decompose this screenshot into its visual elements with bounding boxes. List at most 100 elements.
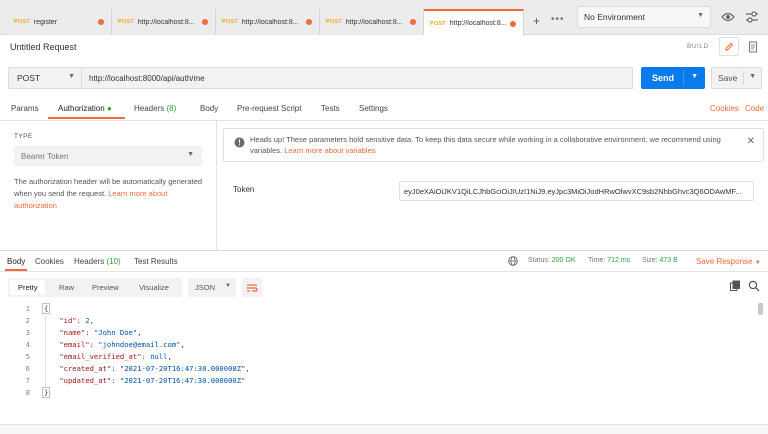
response-format-select[interactable]: JSON ▼ bbox=[188, 278, 236, 297]
search-icon[interactable] bbox=[748, 280, 760, 292]
code-link[interactable]: Code bbox=[745, 104, 764, 113]
http-method-select[interactable]: POST ▼ bbox=[8, 67, 82, 89]
request-tab-register[interactable]: POST register bbox=[8, 9, 112, 35]
json-comma: , bbox=[89, 316, 94, 325]
tab-headers-count: (8) bbox=[166, 104, 177, 113]
divider bbox=[216, 121, 217, 250]
response-tab-test-results[interactable]: Test Results bbox=[134, 257, 178, 266]
auth-type-value: Bearer Token bbox=[21, 151, 69, 161]
send-label: Send bbox=[652, 73, 675, 83]
code-line: 2 "id": 2, bbox=[0, 316, 760, 328]
code-line: 4 "email": "johndoe@email.com", bbox=[0, 340, 760, 352]
save-button[interactable]: Save ▼ bbox=[711, 67, 762, 89]
view-raw-button[interactable]: Raw bbox=[59, 283, 74, 292]
tab-params[interactable]: Params bbox=[11, 104, 39, 113]
save-label: Save bbox=[718, 73, 738, 83]
copy-icon[interactable] bbox=[729, 280, 741, 292]
tab-options-button[interactable]: ••• bbox=[551, 14, 565, 25]
code-line: 7 "updated_at": "2021-07-20T16:47:30.000… bbox=[0, 376, 760, 388]
active-tab-underline bbox=[48, 117, 125, 119]
vertical-scrollbar[interactable] bbox=[758, 303, 763, 315]
json-value: "2021-07-20T16:47:30.000000Z" bbox=[119, 376, 246, 385]
request-tab[interactable]: POST http://localhost:8... bbox=[216, 9, 320, 35]
send-button[interactable]: Send ▼ bbox=[641, 67, 705, 89]
save-divider bbox=[743, 71, 744, 85]
documentation-button[interactable] bbox=[743, 37, 763, 56]
save-response-button[interactable]: Save Response ▼ bbox=[696, 257, 761, 266]
json-comma: , bbox=[167, 352, 172, 361]
wrap-lines-button[interactable] bbox=[242, 278, 262, 297]
close-icon[interactable]: ✕ bbox=[747, 136, 755, 147]
tab-method: POST bbox=[14, 19, 30, 25]
request-tab[interactable]: POST http://localhost:8... bbox=[112, 9, 216, 35]
code-line: 1 { bbox=[0, 303, 760, 316]
new-tab-button[interactable]: + bbox=[533, 14, 540, 28]
cookies-link[interactable]: Cookies bbox=[710, 104, 739, 113]
manage-environments-button[interactable] bbox=[742, 7, 762, 27]
request-tab[interactable]: POST http://localhost:8... bbox=[320, 9, 424, 35]
tab-body[interactable]: Body bbox=[200, 104, 218, 113]
tab-headers[interactable]: Headers (8) bbox=[134, 104, 176, 113]
status-bar bbox=[0, 424, 768, 434]
view-visualize-button[interactable]: Visualize bbox=[139, 283, 169, 292]
tab-label: http://localhost:8... bbox=[137, 18, 195, 26]
edit-request-button[interactable] bbox=[719, 37, 739, 56]
environment-value: No Environment bbox=[584, 12, 645, 22]
json-key: "name" bbox=[59, 328, 86, 337]
chevron-down-icon[interactable]: ▼ bbox=[691, 73, 698, 80]
json-value: "johndoe@email.com" bbox=[98, 340, 181, 349]
tab-method: POST bbox=[118, 19, 134, 25]
unsaved-dot-icon bbox=[98, 19, 104, 25]
line-number: 4 bbox=[25, 340, 30, 349]
response-status[interactable]: Status: 200 OK bbox=[528, 257, 576, 264]
document-icon bbox=[749, 41, 757, 52]
chevron-down-icon: ▼ bbox=[225, 283, 231, 289]
tab-authorization[interactable]: Authorization ● bbox=[58, 104, 112, 113]
tab-tests[interactable]: Tests bbox=[321, 104, 340, 113]
tab-method: POST bbox=[222, 19, 238, 25]
response-pane-divider[interactable] bbox=[0, 250, 768, 251]
request-title[interactable]: Untitled Request bbox=[10, 42, 77, 52]
token-label: Token bbox=[233, 185, 255, 194]
environment-select[interactable]: No Environment ▼ bbox=[577, 6, 711, 28]
chevron-down-icon[interactable]: ▼ bbox=[749, 73, 756, 80]
response-body-viewer[interactable]: 1 { 2 "id": 2, 3 "name": "John Doe", 4 "… bbox=[0, 303, 768, 424]
response-tab-cookies[interactable]: Cookies bbox=[35, 257, 64, 266]
environment-quick-look-button[interactable] bbox=[718, 7, 738, 27]
line-number: 1 bbox=[25, 304, 30, 313]
unsaved-dot-icon bbox=[510, 21, 516, 27]
auth-type-select[interactable]: Bearer Token ▼ bbox=[14, 146, 202, 166]
tab-settings[interactable]: Settings bbox=[359, 104, 388, 113]
response-tab-headers[interactable]: Headers (10) bbox=[74, 257, 121, 266]
json-value: "2021-07-20T16:47:30.000000Z" bbox=[119, 364, 246, 373]
globe-icon[interactable] bbox=[508, 256, 518, 266]
divider bbox=[0, 271, 768, 272]
unsaved-dot-icon bbox=[202, 19, 208, 25]
response-time[interactable]: Time: 712 ms bbox=[588, 257, 630, 264]
json-key: "id" bbox=[59, 316, 77, 325]
line-number: 7 bbox=[25, 376, 30, 385]
divider bbox=[0, 120, 768, 121]
chevron-down-icon: ▼ bbox=[68, 73, 75, 80]
sensitive-data-warning: Heads up! These parameters hold sensitiv… bbox=[223, 128, 764, 162]
request-tab-bar: POST register POST http://localhost:8...… bbox=[0, 0, 768, 36]
line-number: 3 bbox=[25, 328, 30, 337]
response-size[interactable]: Size: 473 B bbox=[642, 257, 678, 264]
tab-label: register bbox=[33, 18, 58, 26]
unsaved-dot-icon bbox=[306, 19, 312, 25]
tab-pre-request-script[interactable]: Pre-request Script bbox=[237, 104, 301, 113]
request-tab-active[interactable]: POST http://localhost:8... bbox=[424, 9, 524, 36]
http-method-value: POST bbox=[17, 73, 41, 83]
warning-icon bbox=[234, 137, 245, 148]
response-tab-body[interactable]: Body bbox=[7, 257, 25, 266]
size-value: 473 B bbox=[659, 257, 678, 264]
view-pretty-button[interactable]: Pretty bbox=[18, 283, 38, 292]
learn-more-variables-link[interactable]: Learn more about variables bbox=[284, 146, 375, 155]
view-preview-button[interactable]: Preview bbox=[92, 283, 119, 292]
status-label: Status: bbox=[528, 257, 550, 264]
token-input[interactable]: eyJ0eXAiOiJKV1QiLCJhbGciOiJIUzI1NiJ9.eyJ… bbox=[399, 181, 754, 201]
url-input[interactable]: http://localhost:8000/api/auth/me bbox=[82, 67, 633, 89]
response-headers-count: (10) bbox=[106, 257, 121, 266]
json-key: "email_verified_at" bbox=[59, 352, 142, 361]
json-comma: , bbox=[180, 340, 185, 349]
